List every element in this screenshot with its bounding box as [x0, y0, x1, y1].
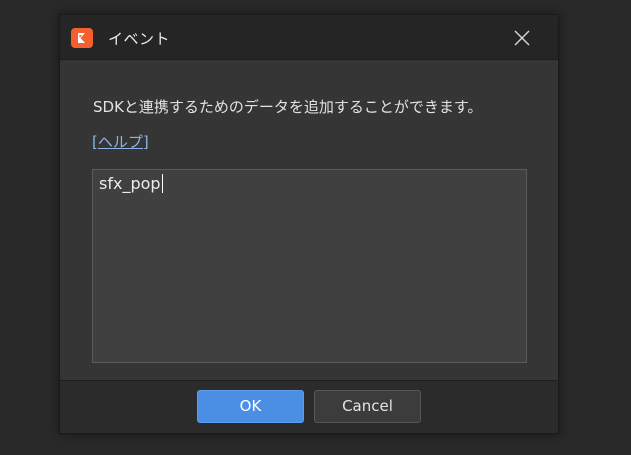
dialog-footer: OK Cancel [60, 380, 558, 433]
close-icon[interactable] [510, 26, 534, 50]
event-data-textarea[interactable]: sfx_pop [92, 169, 527, 363]
description-text: SDKと連携するためのデータを追加することができます。 [93, 98, 483, 116]
dialog-content: SDKと連携するためのデータを追加することができます。 [ヘルプ] sfx_po… [60, 60, 558, 380]
event-dialog: イベント SDKと連携するためのデータを追加することができます。 [ヘルプ] s… [59, 14, 559, 434]
ok-button[interactable]: OK [197, 390, 304, 423]
cancel-button[interactable]: Cancel [314, 390, 421, 423]
textarea-value: sfx_pop [99, 174, 161, 193]
text-caret [161, 174, 164, 193]
app-logo-icon [70, 26, 94, 50]
dialog-titlebar: イベント [60, 15, 558, 60]
dialog-title: イベント [108, 30, 171, 48]
help-link[interactable]: [ヘルプ] [92, 131, 149, 152]
